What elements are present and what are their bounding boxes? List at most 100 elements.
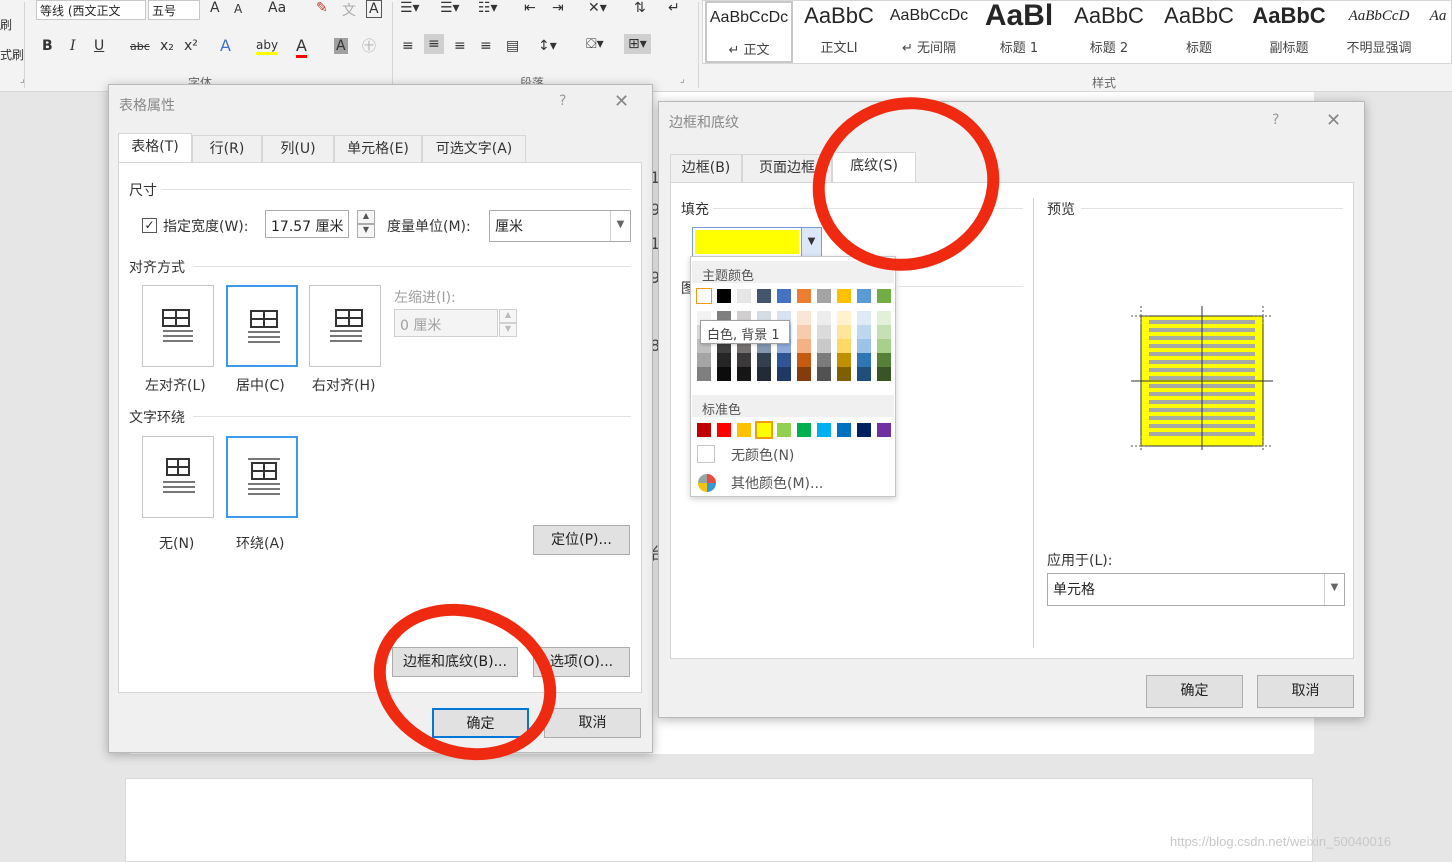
theme-shade-swatch[interactable] [797, 367, 811, 381]
theme-shade-swatch[interactable] [877, 353, 891, 367]
highlight-button[interactable]: aby [256, 38, 279, 55]
width-checkbox[interactable]: ✓ [142, 218, 157, 233]
theme-shade-swatch[interactable] [857, 311, 871, 325]
align-right-option[interactable] [309, 285, 381, 367]
cancel-button[interactable]: 取消 [544, 708, 641, 738]
theme-shade-swatch[interactable] [857, 339, 871, 353]
theme-shade-swatch[interactable] [717, 353, 731, 367]
spin-down-icon[interactable]: ▼ [499, 323, 517, 337]
underline-button[interactable]: U [94, 38, 104, 54]
align-center-option[interactable] [226, 285, 298, 367]
standard-color-swatch[interactable] [837, 423, 851, 437]
tab-cell[interactable]: 单元格(E) [334, 135, 422, 163]
spin-down-icon[interactable]: ▼ [357, 224, 375, 238]
theme-color-swatch[interactable] [696, 288, 712, 304]
style-subtitle[interactable]: AaBbC 副标题 [1245, 1, 1333, 63]
superscript-button[interactable]: x² [184, 38, 198, 54]
theme-color-swatch[interactable] [837, 289, 851, 303]
format-painter-partial[interactable]: 刷 [0, 16, 12, 33]
theme-color-swatch[interactable] [757, 289, 771, 303]
sort-icon[interactable]: ⇅ [634, 0, 646, 16]
font-name-select[interactable]: 等线 (西文正文 [36, 0, 146, 20]
decrease-indent-icon[interactable]: ⇤ [524, 0, 536, 16]
more-colors-option[interactable]: 其他颜色(M)... [731, 473, 823, 493]
phonetic-guide-icon[interactable]: 文 [342, 0, 356, 20]
style-emphasis-partial[interactable]: Aa [1425, 1, 1451, 63]
theme-shade-swatch[interactable] [777, 353, 791, 367]
increase-indent-icon[interactable]: ⇥ [552, 0, 564, 16]
theme-shade-swatch[interactable] [817, 325, 831, 339]
theme-shade-swatch[interactable] [837, 311, 851, 325]
indent-input[interactable]: 0 厘米 [394, 309, 498, 337]
line-spacing-icon[interactable]: ↕▾ [538, 38, 557, 54]
clipboard-launcher-icon[interactable]: ⌟ [20, 74, 25, 85]
subscript-button[interactable]: x₂ [160, 38, 174, 54]
theme-shade-swatch[interactable] [797, 339, 811, 353]
style-heading-1[interactable]: AaBl 标题 1 [975, 1, 1063, 63]
tab-table[interactable]: 表格(T) [118, 133, 192, 163]
change-case-button[interactable]: Aa [268, 0, 286, 16]
theme-shade-swatch[interactable] [817, 311, 831, 325]
clear-format-icon[interactable]: ✎ [316, 0, 328, 16]
standard-color-swatch[interactable] [877, 423, 891, 437]
standard-color-swatch[interactable] [755, 421, 773, 439]
theme-shade-swatch[interactable] [757, 367, 771, 381]
ok-button[interactable]: 确定 [1146, 675, 1243, 708]
theme-shade-swatch[interactable] [797, 353, 811, 367]
standard-color-swatch[interactable] [777, 423, 791, 437]
theme-shade-swatch[interactable] [797, 325, 811, 339]
align-left-icon[interactable]: ≡ [402, 38, 414, 54]
char-shading-button[interactable]: A [334, 38, 348, 54]
standard-color-swatch[interactable] [737, 423, 751, 437]
fill-color-picker[interactable]: ▼ [692, 227, 822, 257]
tab-row[interactable]: 行(R) [192, 135, 262, 163]
spin-up-icon[interactable]: ▲ [499, 309, 517, 323]
italic-button[interactable]: I [70, 38, 76, 54]
theme-shade-swatch[interactable] [737, 353, 751, 367]
position-button[interactable]: 定位(P)... [533, 525, 630, 555]
chevron-down-icon[interactable]: ▼ [801, 228, 821, 256]
theme-shade-swatch[interactable] [857, 367, 871, 381]
theme-color-swatch[interactable] [777, 289, 791, 303]
theme-shade-swatch[interactable] [857, 325, 871, 339]
justify-icon[interactable]: ≡ [480, 38, 492, 54]
standard-color-swatch[interactable] [857, 423, 871, 437]
style-title[interactable]: AaBbC 标题 [1155, 1, 1243, 63]
theme-shade-swatch[interactable] [817, 339, 831, 353]
unit-select[interactable]: 厘米 ▼ [489, 210, 631, 242]
theme-shade-swatch[interactable] [817, 367, 831, 381]
theme-color-swatch[interactable] [817, 289, 831, 303]
bold-button[interactable]: B [42, 38, 53, 54]
no-color-option[interactable]: 无颜色(N) [731, 445, 794, 465]
text-effect-button[interactable]: A [220, 36, 231, 55]
style-normal[interactable]: AaBbCcDc ↵ 正文 [705, 1, 793, 63]
char-border-icon[interactable]: A [366, 0, 382, 18]
theme-shade-swatch[interactable] [837, 325, 851, 339]
theme-shade-swatch[interactable] [737, 367, 751, 381]
style-body-li[interactable]: AaBbC 正文LI [795, 1, 883, 63]
standard-color-swatch[interactable] [717, 423, 731, 437]
theme-shade-swatch[interactable] [877, 339, 891, 353]
help-button[interactable]: ? [1272, 112, 1279, 128]
theme-shade-swatch[interactable] [697, 353, 711, 367]
enclose-char-icon[interactable]: ㊉ [362, 36, 376, 56]
theme-shade-swatch[interactable] [777, 367, 791, 381]
standard-color-swatch[interactable] [817, 423, 831, 437]
spin-up-icon[interactable]: ▲ [357, 210, 375, 224]
multilevel-list-icon[interactable]: ☷▾ [478, 0, 498, 16]
standard-color-swatch[interactable] [697, 423, 711, 437]
width-input[interactable]: 17.57 厘米 [265, 210, 349, 238]
grow-font-button[interactable]: A [210, 0, 220, 16]
wrap-around-option[interactable] [226, 436, 298, 518]
theme-shade-swatch[interactable] [757, 353, 771, 367]
paragraph-launcher-icon[interactable]: ⌟ [680, 74, 685, 85]
theme-shade-swatch[interactable] [837, 353, 851, 367]
shading-icon[interactable]: ⛋▾ [586, 36, 604, 52]
close-button[interactable]: ✕ [614, 91, 629, 112]
align-center-icon[interactable]: ≡ [424, 34, 444, 54]
theme-shade-swatch[interactable] [697, 367, 711, 381]
borders-icon[interactable]: ⊞▾ [624, 34, 651, 54]
standard-color-swatch[interactable] [797, 423, 811, 437]
theme-color-swatch[interactable] [857, 289, 871, 303]
tab-column[interactable]: 列(U) [262, 135, 334, 163]
